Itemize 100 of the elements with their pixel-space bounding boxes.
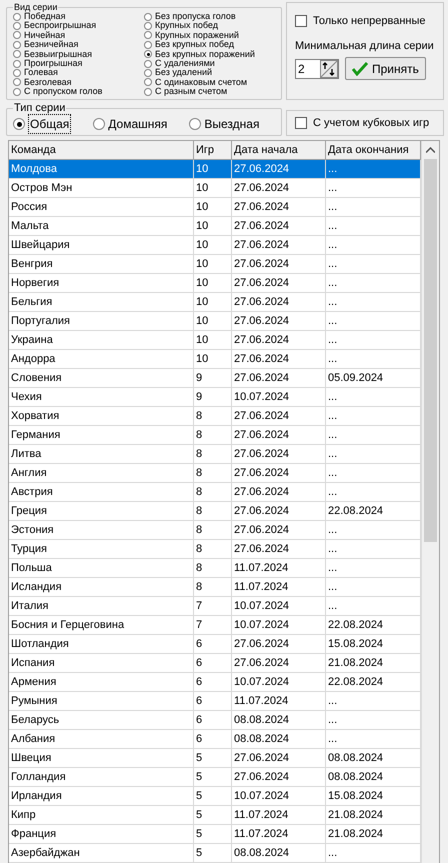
radio-option[interactable]: Ничейная <box>13 30 144 40</box>
table-cell: 5 <box>194 844 232 862</box>
table-cell: 8 <box>194 407 232 425</box>
table-cell: 5 <box>194 787 232 805</box>
column-header[interactable]: Игр <box>194 141 232 159</box>
table-cell: 27.06.2024 <box>232 369 326 387</box>
length-spinner[interactable]: 2 <box>295 58 339 78</box>
table-cell: Албания <box>9 730 194 748</box>
radio-option[interactable]: Беспроигрышная <box>13 21 144 31</box>
table-cell: 10 <box>194 179 232 197</box>
radio-option[interactable]: Выездная <box>189 114 260 134</box>
table-cell: 8 <box>194 502 232 520</box>
radio-option[interactable]: Безвыигрышная <box>13 50 144 59</box>
table-cell: 27.06.2024 <box>232 749 326 767</box>
table-cell: 10.07.2024 <box>232 616 326 634</box>
table-cell: 27.06.2024 <box>232 293 326 311</box>
table-cell: 10 <box>194 217 232 235</box>
table-cell: Хорватия <box>9 407 194 425</box>
table-cell: 8 <box>194 483 232 501</box>
column-header[interactable]: Дата начала <box>232 141 326 159</box>
table-cell: 08.08.2024 <box>232 730 326 748</box>
apply-button[interactable]: Принять <box>345 57 426 80</box>
table-cell: 11.07.2024 <box>232 559 326 577</box>
table-cell: 10 <box>194 198 232 216</box>
table-cell: 6 <box>194 730 232 748</box>
table-cell: 5 <box>194 768 232 786</box>
table-cell: 11.07.2024 <box>232 825 326 843</box>
checkbox-option[interactable]: Только непрерванные <box>295 13 435 30</box>
selected-row[interactable]: Молдова 10 27.06.2024 ... <box>9 160 421 179</box>
radio-option[interactable]: Проигрышная <box>13 58 144 68</box>
table-cell: 6 <box>194 711 232 729</box>
table-cell: 27.06.2024 <box>232 635 326 653</box>
table-cell: 9 <box>194 388 232 406</box>
radio-option[interactable]: Крупных поражений <box>144 30 275 40</box>
table-cell: Словения <box>9 369 194 387</box>
table-cell: Норвегия <box>9 274 194 292</box>
radio-option[interactable]: Голевая <box>13 68 144 78</box>
table-cell: 27.06.2024 <box>232 426 326 444</box>
table-cell: 7 <box>194 616 232 634</box>
checkbox-option[interactable]: С учетом кубковых игр <box>295 114 430 132</box>
table-cell: Голландия <box>9 768 194 786</box>
table-cell: Украина <box>9 331 194 349</box>
table-cell: 10.07.2024 <box>232 388 326 406</box>
table-cell: 10 <box>194 293 232 311</box>
table-cell: Турция <box>9 540 194 558</box>
radio-option[interactable]: Безничейная <box>13 40 144 50</box>
scroll-up-icon[interactable] <box>426 147 435 153</box>
table-cell: 10 <box>194 350 232 368</box>
scrollbar[interactable] <box>421 141 439 863</box>
table-cell: Швейцария <box>9 236 194 254</box>
table-cell: Армения <box>9 673 194 691</box>
table-cell: 27.06.2024 <box>232 217 326 235</box>
radio-option[interactable]: Без удалений <box>144 68 275 78</box>
table-cell: Литва <box>9 445 194 463</box>
table-cell: Португалия <box>9 312 194 330</box>
table-cell: 5 <box>194 825 232 843</box>
column-header[interactable]: Команда <box>9 141 194 159</box>
group-title: Тип серии <box>13 103 66 114</box>
table-cell: Англия <box>9 464 194 482</box>
radio-option[interactable]: Без пропуска голов <box>144 12 275 22</box>
table-cell: Швеция <box>9 749 194 767</box>
radio-option[interactable]: С одинаковым счетом <box>144 78 275 88</box>
radio-option[interactable]: Безголевая <box>13 78 144 88</box>
radio-option[interactable]: Крупных побед <box>144 21 275 31</box>
table-cell: 27.06.2024 <box>232 274 326 292</box>
table-cell: 8 <box>194 426 232 444</box>
table-cell: 27.06.2024 <box>232 312 326 330</box>
spin-arrows-icon[interactable] <box>320 60 338 78</box>
check-icon <box>352 62 368 76</box>
radio-option[interactable]: Домашняя <box>93 114 168 134</box>
table-cell: 5 <box>194 806 232 824</box>
table-cell: 8 <box>194 559 232 577</box>
table-cell: Ирландия <box>9 787 194 805</box>
table-cell: 27.06.2024 <box>232 502 326 520</box>
radio-option[interactable]: С удалениями <box>144 58 275 68</box>
table-cell: 6 <box>194 635 232 653</box>
table-cell: 6 <box>194 673 232 691</box>
table-cell: 10 <box>194 236 232 254</box>
table-cell: Шотландия <box>9 635 194 653</box>
radio-option[interactable]: С разным счетом <box>144 87 275 97</box>
table-cell: 11.07.2024 <box>232 578 326 596</box>
table-cell: 10 <box>194 255 232 273</box>
radio-option[interactable]: Без крупных побед <box>144 40 275 50</box>
scroll-thumb[interactable] <box>424 159 437 542</box>
table-cell: 8 <box>194 445 232 463</box>
radio-option[interactable]: Победная <box>13 12 144 22</box>
group-title: Вид серии <box>13 2 58 12</box>
table-cell: 9 <box>194 369 232 387</box>
table-cell: 8 <box>194 464 232 482</box>
table-cell: 8 <box>194 540 232 558</box>
table-cell: 10.07.2024 <box>232 673 326 691</box>
table-cell: Кипр <box>9 806 194 824</box>
table-cell: Остров Мэн <box>9 179 194 197</box>
table-cell: 27.06.2024 <box>232 445 326 463</box>
radio-option[interactable]: С пропуском голов <box>13 87 144 97</box>
table-cell: Германия <box>9 426 194 444</box>
table-cell: 27.06.2024 <box>232 160 326 178</box>
radio-option[interactable]: Без крупных поражений <box>144 50 275 59</box>
table-cell: 11.07.2024 <box>232 692 326 710</box>
table-cell: 27.06.2024 <box>232 521 326 539</box>
